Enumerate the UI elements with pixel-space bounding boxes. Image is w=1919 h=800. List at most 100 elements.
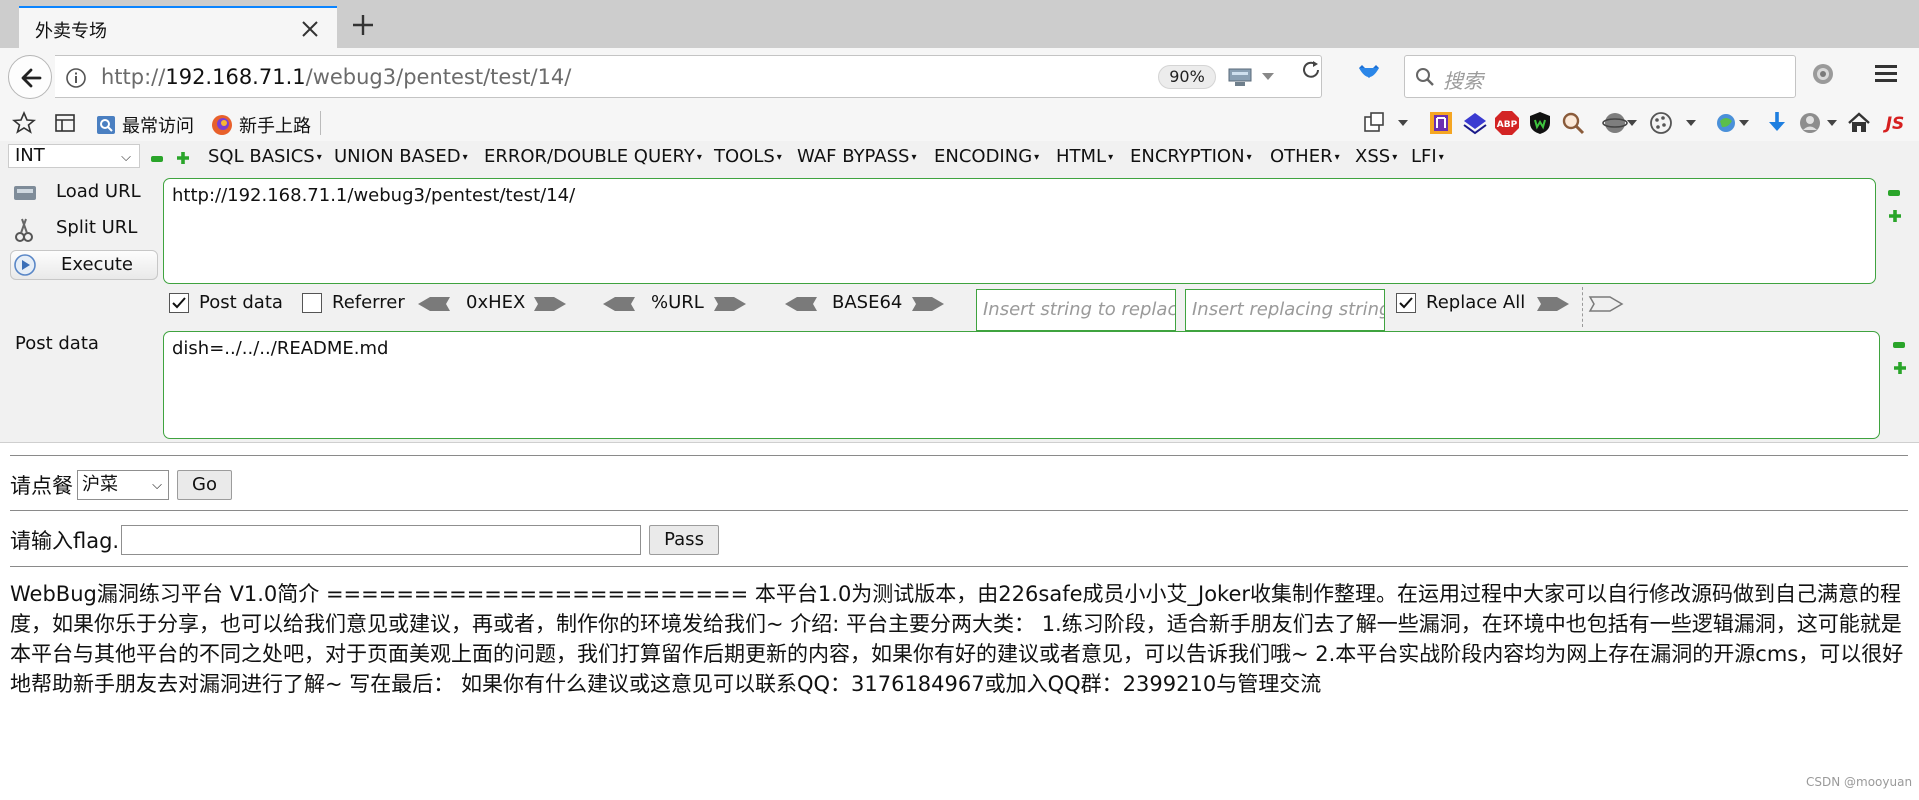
- post-area-expand-icon[interactable]: [1893, 361, 1907, 375]
- pass-button[interactable]: Pass: [649, 525, 719, 555]
- new-tab-icon[interactable]: [350, 12, 376, 38]
- play-icon: [14, 254, 36, 276]
- firefox-icon: [212, 115, 232, 135]
- globe-extension-icon[interactable]: [1602, 110, 1628, 136]
- replace-all-checkbox[interactable]: [1396, 293, 1416, 313]
- menu-dropdown-icon: ▾: [1108, 151, 1114, 163]
- url-area-expand-icon[interactable]: [1888, 209, 1902, 223]
- javascript-toggle-icon[interactable]: JS: [1880, 110, 1910, 136]
- hackbar-menu-label: SQL BASICS: [208, 146, 315, 167]
- hackbar-url-textarea[interactable]: http://192.168.71.1/webug3/pentest/test/…: [163, 178, 1876, 284]
- hackbar-type-select[interactable]: INT ⌵: [8, 144, 140, 168]
- navigation-bar: http://192.168.71.1/webug3/pentest/test/…: [0, 48, 1919, 105]
- bookmark-most-visited[interactable]: 最常访问: [96, 112, 194, 138]
- url-area-collapse-icon[interactable]: [1888, 190, 1900, 196]
- proxy-extension-icon[interactable]: [1714, 110, 1740, 136]
- chevron-down-icon[interactable]: [1738, 110, 1750, 136]
- bookmarks-bar: 最常访问 新手上路 ABP JS: [0, 105, 1919, 141]
- hackbar-menu-error-double-query[interactable]: ERROR/DOUBLE QUERY ▾: [484, 146, 702, 167]
- hackbar-menu-encoding[interactable]: ENCODING ▾: [934, 146, 1039, 167]
- screenshot-extension-icon[interactable]: [1362, 110, 1388, 136]
- hackbar-expand-icon[interactable]: [176, 151, 190, 165]
- flag-input[interactable]: [121, 525, 642, 555]
- cookie-extension-icon[interactable]: [1648, 110, 1674, 136]
- chevron-down-icon[interactable]: [1826, 110, 1838, 136]
- url-bar[interactable]: http://192.168.71.1/webug3/pentest/test/…: [55, 55, 1322, 98]
- hackbar-menu-waf-bypass[interactable]: WAF BYPASS ▾: [797, 146, 916, 167]
- chevron-down-icon[interactable]: [1684, 110, 1698, 136]
- bookmark-star-icon[interactable]: [12, 111, 36, 135]
- layers-extension-icon[interactable]: [1462, 110, 1488, 136]
- menu-dropdown-icon: ▾: [1334, 151, 1340, 163]
- go-button[interactable]: Go: [177, 470, 232, 500]
- execute-button[interactable]: Execute: [10, 250, 158, 280]
- chevron-down-icon[interactable]: [1626, 110, 1638, 136]
- divider: [10, 566, 1908, 567]
- back-button[interactable]: [8, 55, 52, 99]
- hackbar-menu-other[interactable]: OTHER ▾: [1270, 146, 1340, 167]
- hackbar-menu-lfi[interactable]: LFI ▾: [1411, 146, 1444, 167]
- hamburger-menu-icon[interactable]: [1873, 63, 1899, 85]
- page-content: 请点餐 沪菜 ⌵ Go 请输入flag. Pass WebBug漏洞练习平台 V…: [0, 443, 1919, 800]
- hex-label: 0xHEX: [466, 292, 526, 313]
- magnifier-extension-icon[interactable]: [1560, 110, 1586, 136]
- search-box[interactable]: 搜索: [1404, 55, 1796, 98]
- flag-label: 请输入flag.: [10, 529, 120, 553]
- adblock-plus-icon[interactable]: ABP: [1494, 110, 1520, 136]
- hackbar-menu-label: WAF BYPASS: [797, 146, 910, 167]
- url-text[interactable]: http://192.168.71.1/webug3/pentest/test/…: [101, 65, 571, 89]
- bookmark-label: 最常访问: [122, 116, 194, 137]
- url-encode-arrow-icon[interactable]: [712, 295, 748, 313]
- replace-arrow-icon[interactable]: [1535, 295, 1571, 313]
- info-icon[interactable]: [65, 67, 87, 89]
- bookmark-label: 新手上路: [239, 116, 311, 137]
- replacing-string-input[interactable]: Insert replacing string: [1185, 289, 1385, 331]
- bookmark-getting-started[interactable]: 新手上路: [211, 112, 311, 138]
- hex-encode-arrow-icon[interactable]: [532, 295, 568, 313]
- menu-dropdown-icon: ▾: [1392, 151, 1398, 163]
- replace-all-arrow-icon[interactable]: [1588, 295, 1624, 313]
- menu-dropdown-icon: ▾: [316, 151, 322, 163]
- hackbar-menu-xss[interactable]: XSS ▾: [1355, 146, 1397, 167]
- reload-icon[interactable]: [1300, 59, 1322, 81]
- account-extension-icon[interactable]: [1797, 110, 1823, 136]
- hackbar-menu-html[interactable]: HTML ▾: [1056, 146, 1113, 167]
- hackbar-extension-icon[interactable]: [1428, 110, 1454, 136]
- referrer-checkbox[interactable]: [302, 293, 322, 313]
- flag-form: 请输入flag. Pass: [10, 525, 719, 555]
- home-icon[interactable]: [1846, 110, 1872, 136]
- search-icon: [1416, 68, 1434, 86]
- network-monitor-icon[interactable]: [1227, 66, 1255, 88]
- split-url-button[interactable]: Split URL: [10, 214, 158, 242]
- hackbar-menu-sql-basics[interactable]: SQL BASICS ▾: [208, 146, 322, 167]
- pocket-icon[interactable]: [1357, 64, 1381, 84]
- zoom-level-badge[interactable]: 90%: [1158, 65, 1216, 89]
- shield-extension-icon[interactable]: [1527, 110, 1553, 136]
- tab-active[interactable]: 外卖专场: [19, 6, 337, 48]
- hackbar-menu-tools[interactable]: TOOLS ▾: [714, 146, 782, 167]
- load-url-button[interactable]: Load URL: [10, 178, 158, 206]
- hackbar-menu-encryption[interactable]: ENCRYPTION ▾: [1130, 146, 1252, 167]
- check-icon: [172, 297, 186, 309]
- hackbar-menu-union-based[interactable]: UNION BASED ▾: [334, 146, 468, 167]
- library-icon[interactable]: [54, 112, 76, 134]
- url-encode-label: %URL: [651, 292, 704, 313]
- hackbar-collapse-icon[interactable]: [151, 156, 163, 162]
- close-icon[interactable]: [299, 18, 321, 40]
- insert-string-input[interactable]: Insert string to replace: [976, 289, 1176, 331]
- url-decode-arrow-icon[interactable]: [601, 295, 637, 313]
- post-data-textarea[interactable]: dish=../../../README.md: [163, 331, 1880, 439]
- post-area-collapse-icon[interactable]: [1893, 342, 1905, 348]
- hex-decode-arrow-icon[interactable]: [416, 295, 452, 313]
- gear-icon[interactable]: [1810, 61, 1836, 87]
- chevron-down-icon[interactable]: [1396, 110, 1410, 136]
- menu-dropdown-icon: ▾: [462, 151, 468, 163]
- hackbar-menu-label: ENCRYPTION: [1130, 146, 1245, 167]
- post-data-checkbox[interactable]: [169, 293, 189, 313]
- hackbar-menu-label: LFI: [1411, 146, 1437, 167]
- download-icon[interactable]: [1764, 110, 1790, 136]
- base64-encode-arrow-icon[interactable]: [910, 295, 946, 313]
- base64-decode-arrow-icon[interactable]: [783, 295, 819, 313]
- dish-select[interactable]: 沪菜 ⌵: [77, 470, 169, 500]
- chevron-down-icon[interactable]: [1261, 72, 1275, 82]
